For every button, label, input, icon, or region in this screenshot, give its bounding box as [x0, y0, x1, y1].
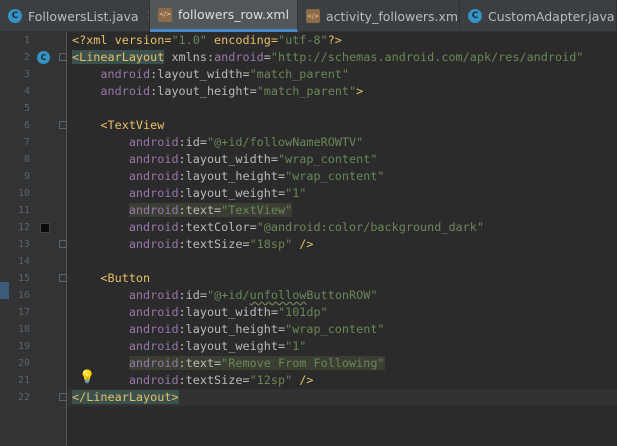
line-number: 9 — [23, 171, 30, 182]
code-line: android:textColor="@android:color/backgr… — [128, 220, 484, 234]
java-class-icon: C — [8, 9, 22, 23]
code-line: android:layout_width="match_parent" — [100, 67, 350, 81]
line-number: 11 — [17, 205, 30, 216]
fold-toggle-icon[interactable] — [59, 240, 67, 248]
line-number: 21 — [17, 375, 30, 386]
tab-label: followers_row.xml — [178, 7, 290, 22]
line-number: 19 — [17, 341, 30, 352]
java-class-icon: C — [468, 9, 482, 23]
code-line: android:layout_height="wrap_content" — [128, 322, 385, 336]
code-line: android:layout_weight="1" — [128, 186, 307, 200]
editor-tab-bar: C FollowersList.java ✕ </> followers_row… — [0, 0, 617, 32]
code-line: android:layout_height="wrap_content" — [128, 169, 385, 183]
line-number: 13 — [17, 239, 30, 250]
line-number-gutter: 1 2 3 4 5 6 7 8 9 10 11 12 13 14 15 16 1… — [0, 32, 67, 446]
code-line: android:textSize="18sp" /> — [128, 237, 314, 251]
xml-file-icon: </> — [158, 7, 172, 22]
tab-label: activity_followers.xml — [326, 8, 460, 24]
code-line: <LinearLayout xmlns:android="http://sche… — [72, 50, 584, 64]
code-line: android:text="TextView" — [128, 203, 293, 217]
line-number: 6 — [23, 120, 30, 131]
code-editor[interactable]: <?xml version="1.0" encoding="utf-8"?> <… — [67, 32, 617, 446]
lightbulb-intention-icon[interactable]: 💡 — [79, 370, 95, 385]
code-line-current: </LinearLayout> — [67, 389, 617, 406]
line-number: 8 — [23, 154, 30, 165]
line-number: 2 — [23, 52, 30, 63]
line-number: 17 — [17, 307, 30, 318]
code-line: android:text="Remove From Following" — [128, 356, 385, 370]
line-number: 20 — [17, 358, 30, 369]
code-line: android:id="@+id/followNameROWTV" — [128, 135, 364, 149]
code-line: android:layout_weight="1" — [128, 339, 307, 353]
code-line: <TextView — [100, 118, 165, 132]
fold-toggle-icon[interactable] — [59, 393, 67, 401]
tab-followers-row-xml[interactable]: </> followers_row.xml ✕ — [150, 0, 298, 32]
code-line: android:layout_width="101dp" — [128, 305, 328, 319]
tab-followerslist-java[interactable]: C FollowersList.java ✕ — [0, 0, 150, 32]
line-number: 14 — [17, 256, 30, 267]
code-line: android:layout_height="match_parent"> — [100, 84, 364, 98]
code-line: android:layout_width="wrap_content" — [128, 152, 378, 166]
line-number: 3 — [23, 69, 30, 80]
code-line: <Button — [100, 271, 151, 285]
line-number: 15 — [17, 273, 30, 284]
line-number: 18 — [17, 324, 30, 335]
code-line: <?xml version="1.0" encoding="utf-8"?> — [72, 33, 342, 47]
color-swatch-icon[interactable] — [40, 223, 50, 233]
line-number: 10 — [17, 188, 30, 199]
line-number: 12 — [17, 222, 30, 233]
xml-file-icon: </> — [306, 9, 320, 23]
tab-activity-followers-xml[interactable]: </> activity_followers.xml ✕ — [298, 0, 460, 32]
fold-toggle-icon[interactable] — [59, 121, 67, 129]
code-line: android:textSize="12sp" /> — [128, 373, 314, 387]
tab-label: CustomAdapter.java — [488, 8, 615, 24]
fold-toggle-icon[interactable] — [59, 53, 67, 61]
fold-toggle-icon[interactable] — [59, 274, 67, 282]
line-number: 7 — [23, 137, 30, 148]
tab-customadapter-java[interactable]: C CustomAdapter.java — [460, 0, 617, 32]
line-number: 5 — [23, 103, 30, 114]
line-number: 1 — [23, 35, 30, 46]
line-number: 16 — [17, 290, 30, 301]
class-usage-gutter-icon[interactable]: C — [37, 51, 50, 64]
line-number: 4 — [23, 86, 30, 97]
line-number: 22 — [17, 392, 30, 403]
code-line: android:id="@+id/unfollowButtonROW" — [128, 288, 378, 302]
tab-label: FollowersList.java — [28, 8, 139, 24]
